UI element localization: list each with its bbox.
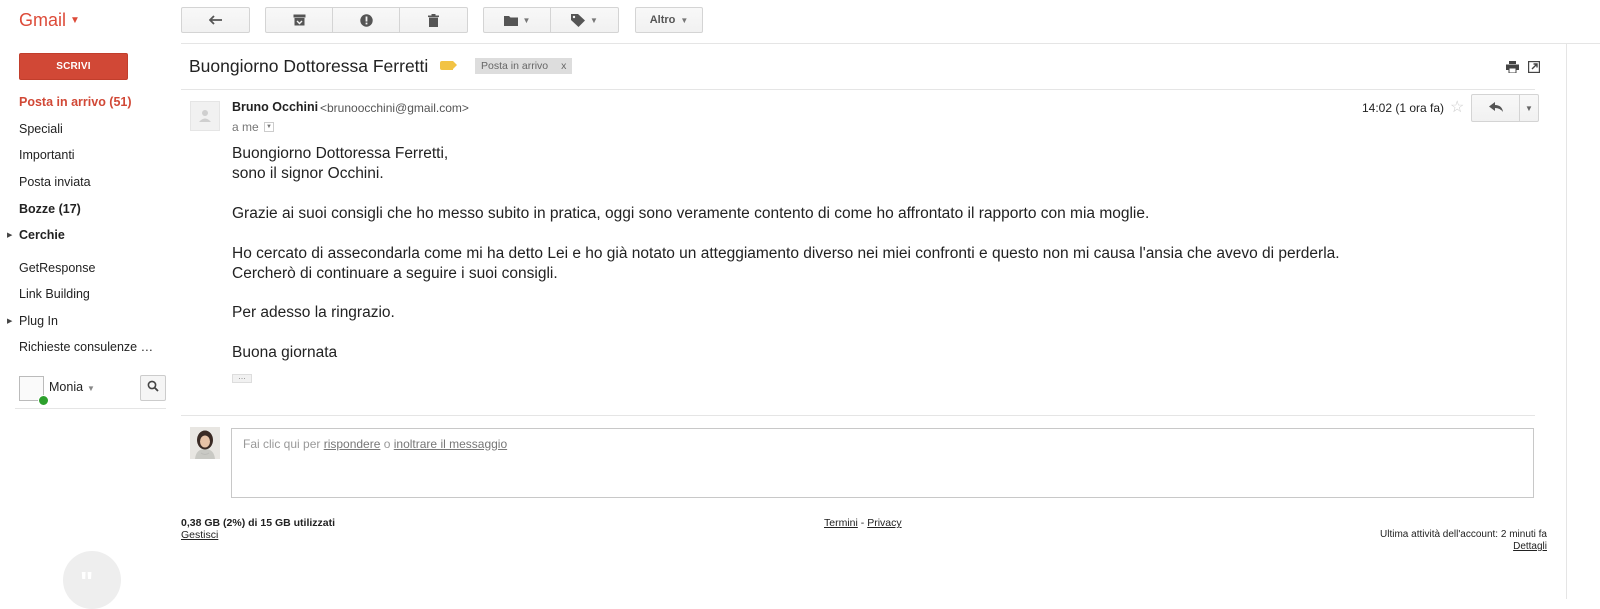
reply-link[interactable]: rispondere xyxy=(324,437,381,451)
archive-icon xyxy=(293,14,306,26)
delete-button[interactable] xyxy=(399,7,468,33)
sidebar-item-drafts[interactable]: Bozze (17) xyxy=(19,202,81,216)
back-button[interactable] xyxy=(181,7,250,33)
footer-separator: - xyxy=(857,517,868,529)
print-icon[interactable] xyxy=(1506,60,1519,78)
manage-storage-link[interactable]: Gestisci xyxy=(181,529,218,541)
search-icon xyxy=(147,379,159,397)
message-body-line: sono il signor Occhini. xyxy=(232,165,384,182)
chat-divider xyxy=(15,408,166,409)
sidebar-item-richieste-consulenze[interactable]: Richieste consulenze … xyxy=(19,340,153,354)
message-body-line: Per adesso la ringrazio. xyxy=(232,304,395,321)
expand-arrow-icon[interactable]: ▶ xyxy=(7,317,12,325)
sidebar-item-plug-in[interactable]: Plug In xyxy=(19,314,58,328)
expand-arrow-icon[interactable]: ▶ xyxy=(7,231,12,239)
subject-divider xyxy=(181,89,1535,90)
archive-button[interactable] xyxy=(265,7,333,33)
message-body-line: Cercherò di continuare a seguire i suoi … xyxy=(232,265,558,282)
report-spam-button[interactable] xyxy=(332,7,400,33)
gmail-logo[interactable]: Gmail ▼ xyxy=(19,10,80,31)
sidebar-item-inbox[interactable]: Posta in arrivo (51) xyxy=(19,95,132,109)
chat-search-button[interactable] xyxy=(140,375,166,401)
last-activity-text: Ultima attività dell'account: 2 minuti f… xyxy=(1380,529,1547,540)
sidebar-item-circles[interactable]: Cerchie xyxy=(19,228,65,242)
reply-more-button[interactable]: ▼ xyxy=(1520,95,1538,121)
storage-usage: 0,38 GB (2%) di 15 GB utilizzati xyxy=(181,517,336,529)
more-button[interactable]: Altro ▼ xyxy=(635,7,703,33)
back-arrow-icon xyxy=(208,15,223,25)
reply-prompt-box[interactable]: Fai clic qui per rispondere o inoltrare … xyxy=(231,428,1534,498)
show-trimmed-content-button[interactable]: … xyxy=(232,373,252,383)
sender-avatar[interactable] xyxy=(190,101,220,131)
thread-subject: Buongiorno Dottoressa Ferretti xyxy=(189,56,429,76)
compose-button[interactable]: SCRIVI xyxy=(19,53,128,80)
move-to-button[interactable]: ▼ xyxy=(483,7,551,33)
scrollbar[interactable] xyxy=(1566,44,1567,599)
chevron-down-icon: ▼ xyxy=(87,384,95,393)
sidebar-item-link-building[interactable]: Link Building xyxy=(19,287,90,301)
forward-link[interactable]: inoltrare il messaggio xyxy=(394,437,507,451)
labels-button[interactable]: ▼ xyxy=(550,7,619,33)
more-button-label: Altro xyxy=(649,14,676,26)
message-body-line: Buongiorno Dottoressa Ferretti, xyxy=(232,145,449,162)
message-divider xyxy=(181,415,1535,416)
recipient-label: a me xyxy=(232,120,259,134)
chevron-down-icon: ▼ xyxy=(1525,103,1533,113)
report-spam-icon xyxy=(359,13,373,27)
reply-button[interactable] xyxy=(1472,95,1520,121)
label-marker-icon[interactable] xyxy=(440,61,457,70)
inbox-label-chip[interactable]: Posta in arrivo x xyxy=(475,58,573,74)
chevron-down-icon: ▼ xyxy=(680,15,689,25)
terms-link[interactable]: Termini xyxy=(824,517,858,529)
message-time: 14:02 (1 ora fa) xyxy=(1362,101,1445,115)
reply-button-group[interactable]: ▼ xyxy=(1471,94,1539,122)
sender-email: <brunoocchini@gmail.com> xyxy=(320,101,469,115)
message-body-line: Grazie ai suoi consigli che ho messo sub… xyxy=(232,205,1150,222)
chevron-down-icon: ▼ xyxy=(590,15,598,25)
footer-links: Termini - Privacy xyxy=(824,517,902,529)
new-window-icon[interactable] xyxy=(1527,60,1541,78)
my-avatar xyxy=(190,427,220,459)
online-status-icon xyxy=(38,395,49,406)
hangouts-quote-icon: " xyxy=(80,566,94,597)
folder-icon xyxy=(503,15,518,26)
sender-name[interactable]: Bruno Occhini xyxy=(232,100,318,114)
sidebar-item-important[interactable]: Importanti xyxy=(19,148,75,162)
privacy-link[interactable]: Privacy xyxy=(867,517,901,529)
reply-prompt-connector: o xyxy=(380,437,394,451)
tag-icon xyxy=(571,13,586,27)
activity-details-link[interactable]: Dettagli xyxy=(1513,541,1547,552)
inbox-label-text: Posta in arrivo xyxy=(481,60,549,72)
message-body-line: Ho cercato di assecondarla come mi ha de… xyxy=(232,245,1340,262)
reply-prompt-text: Fai clic qui per xyxy=(243,437,324,451)
message-body-line: Buona giornata xyxy=(232,344,338,361)
sidebar-item-getresponse[interactable]: GetResponse xyxy=(19,261,95,275)
remove-label-button[interactable]: x xyxy=(561,60,566,72)
chevron-down-icon: ▼ xyxy=(70,15,80,26)
chevron-down-icon: ▼ xyxy=(522,15,531,25)
show-details-button[interactable]: ▼ xyxy=(264,122,274,132)
star-icon[interactable]: ☆ xyxy=(1450,97,1464,117)
sidebar-item-starred[interactable]: Speciali xyxy=(19,122,63,136)
reply-icon xyxy=(1488,99,1503,117)
sidebar-item-sent[interactable]: Posta inviata xyxy=(19,175,91,189)
chat-user-menu[interactable]: Monia ▼ xyxy=(49,380,95,394)
delete-icon xyxy=(428,13,439,27)
toolbar-divider xyxy=(181,43,1600,44)
